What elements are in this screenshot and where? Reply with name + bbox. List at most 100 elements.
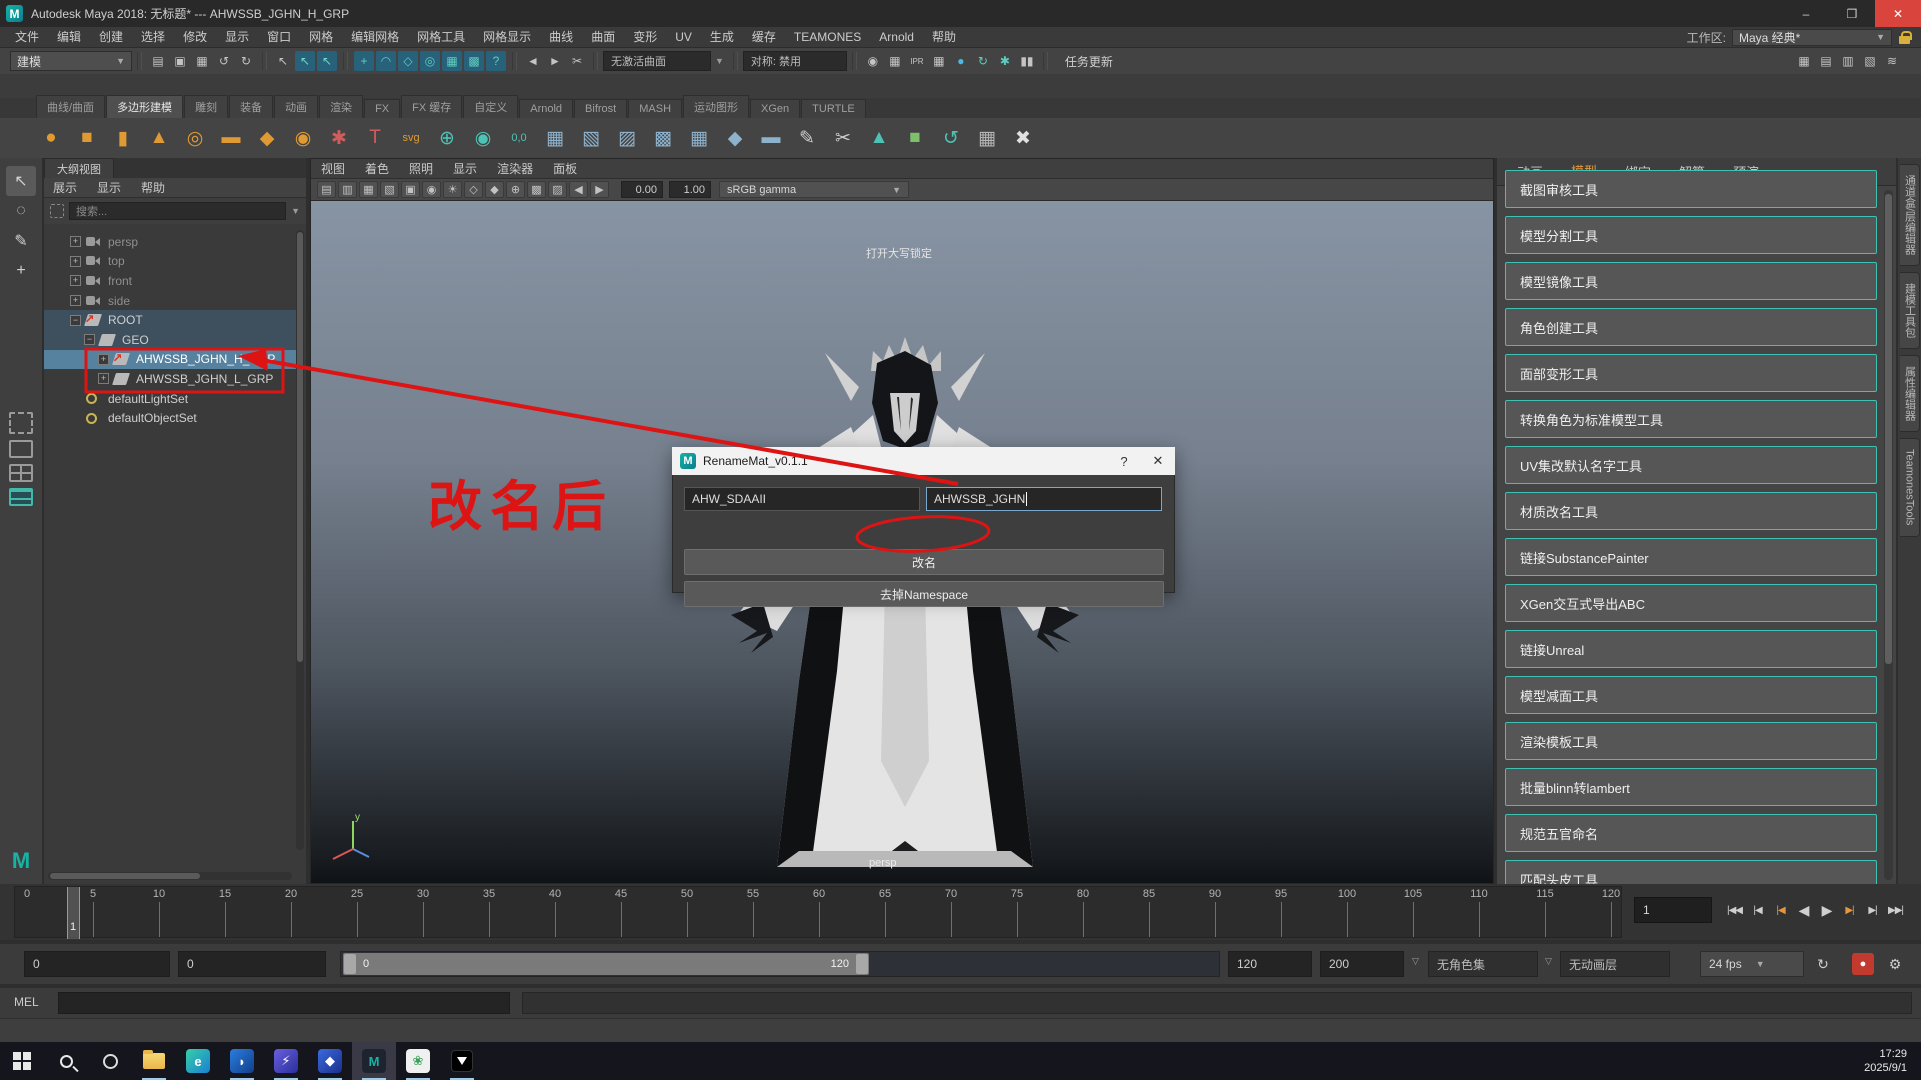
shelf-tab-曲线/曲面[interactable]: 曲线/曲面 — [36, 95, 105, 118]
viewport-tool-icon-10[interactable]: ▩ — [527, 181, 546, 198]
menu-item-曲线[interactable]: 曲线 — [540, 27, 582, 48]
dialog-title-bar[interactable]: M RenameMat_v0.1.1 ? ✕ — [672, 447, 1175, 475]
separate-icon[interactable]: ▧ — [576, 123, 606, 153]
reverse-normals-icon[interactable]: ↺ — [936, 123, 966, 153]
tree-expander[interactable]: + — [98, 354, 109, 365]
combine-icon[interactable]: ▦ — [540, 123, 570, 153]
tool-button-模型减面工具[interactable]: 模型减面工具 — [1505, 676, 1877, 714]
menu-item-TEAMONES[interactable]: TEAMONES — [785, 27, 870, 48]
shelf-tab-FX[interactable]: FX — [364, 99, 400, 118]
range-slider-groove[interactable]: 0 120 — [340, 951, 1220, 977]
light-editor-icon[interactable]: ✱ — [995, 51, 1015, 71]
tree-expander[interactable]: − — [70, 315, 81, 326]
rename-button[interactable]: 改名 — [684, 549, 1164, 575]
menu-item-网格[interactable]: 网格 — [300, 27, 342, 48]
go-to-end-button[interactable]: ▶▶| — [1885, 897, 1906, 923]
snap-help-icon[interactable]: ? — [486, 51, 506, 71]
minimize-button[interactable]: – — [1783, 0, 1829, 27]
menu-item-编辑[interactable]: 编辑 — [48, 27, 90, 48]
tool-button-渲染模板工具[interactable]: 渲染模板工具 — [1505, 722, 1877, 760]
old-name-input[interactable]: AHW_SDAAII — [684, 487, 920, 511]
marquee-tool-icon[interactable] — [9, 412, 33, 434]
range-start-handle[interactable] — [344, 954, 356, 974]
step-forward-key-button[interactable]: ▶| — [1839, 897, 1860, 923]
shelf-tab-自定义[interactable]: 自定义 — [463, 95, 518, 118]
app-round-button[interactable]: ❀ — [396, 1042, 440, 1080]
tool-button-批量blinn转lambert[interactable]: 批量blinn转lambert — [1505, 768, 1877, 806]
tree-row-ROOT[interactable]: −↗ROOT — [44, 310, 296, 330]
search-input[interactable]: 搜索... — [69, 202, 286, 220]
menu-item-创建[interactable]: 创建 — [90, 27, 132, 48]
outliner-menu-帮助[interactable]: 帮助 — [132, 179, 174, 196]
tree-row-top[interactable]: +top — [44, 252, 296, 272]
menu-item-网格工具[interactable]: 网格工具 — [408, 27, 474, 48]
timeline-ruler[interactable]: 0510152025303540455055606570758085909510… — [14, 886, 1622, 938]
chevron-down-icon[interactable]: ▽ — [1412, 956, 1419, 967]
step-back-key-button[interactable]: |◀ — [1770, 897, 1791, 923]
taskbar-clock[interactable]: 17:29 2025/9/1 — [1864, 1047, 1921, 1075]
sidebar-layers-icon[interactable]: ≋ — [1882, 51, 1902, 71]
render-setup-icon[interactable]: ↻ — [973, 51, 993, 71]
shelf-tab-Bifrost[interactable]: Bifrost — [574, 99, 627, 118]
side-tab-通道盒/层编辑器[interactable]: 通道盒/层编辑器 — [1900, 164, 1920, 266]
render-settings-icon[interactable]: ▦ — [929, 51, 949, 71]
new-name-input[interactable]: AHWSSB_JGHN — [926, 487, 1162, 511]
input-connections-icon[interactable]: ◄ — [523, 51, 543, 71]
shelf-tab-TURTLE[interactable]: TURTLE — [801, 99, 866, 118]
playback-start-field[interactable]: 0 — [178, 951, 326, 977]
menu-item-修改[interactable]: 修改 — [174, 27, 216, 48]
mel-label[interactable]: MEL — [14, 995, 39, 1009]
range-end-handle[interactable] — [856, 954, 868, 974]
tree-row-GEO[interactable]: −GEO — [44, 330, 296, 350]
viewport-menu-渲染器[interactable]: 渲染器 — [487, 160, 543, 177]
tool-button-面部变形工具[interactable]: 面部变形工具 — [1505, 354, 1877, 392]
tool-button-模型分割工具[interactable]: 模型分割工具 — [1505, 216, 1877, 254]
playback-end-field[interactable]: 120 — [1228, 951, 1312, 977]
side-tab-建模工具包[interactable]: 建模工具包 — [1900, 272, 1920, 349]
sidebar-modeling-toolkit-icon[interactable]: ▤ — [1816, 51, 1836, 71]
tree-row-AHWSSB_JGHN_H_GRP[interactable]: +↗AHWSSB_JGHN_H_GRP — [44, 350, 296, 370]
menu-item-编辑网格[interactable]: 编辑网格 — [342, 27, 408, 48]
bevel-icon[interactable]: ◆ — [720, 123, 750, 153]
menu-set-select[interactable]: 建模▼ — [10, 51, 132, 71]
viewport-menu-显示[interactable]: 显示 — [443, 160, 487, 177]
anim-end-field[interactable]: 200 — [1320, 951, 1404, 977]
poly-cube-icon[interactable]: ■ — [72, 123, 102, 153]
shelf-tab-FX 缓存[interactable]: FX 缓存 — [401, 95, 462, 118]
dialog-help-button[interactable]: ? — [1107, 447, 1141, 475]
menu-item-帮助[interactable]: 帮助 — [923, 27, 965, 48]
viewport-tool-icon-13[interactable]: ▶ — [590, 181, 609, 198]
viewport-tool-icon-0[interactable]: ▤ — [317, 181, 336, 198]
quad-draw-icon[interactable]: ✂ — [828, 123, 858, 153]
hypershade-icon[interactable]: ● — [951, 51, 971, 71]
tool-button-材质改名工具[interactable]: 材质改名工具 — [1505, 492, 1877, 530]
menu-item-网格显示[interactable]: 网格显示 — [474, 27, 540, 48]
viewport-tool-icon-9[interactable]: ⊕ — [506, 181, 525, 198]
mirror-icon[interactable]: ■ — [900, 123, 930, 153]
single-pane-layout-icon[interactable] — [9, 440, 33, 458]
start-button[interactable] — [0, 1042, 44, 1080]
shelf-tab-多边形建模[interactable]: 多边形建模 — [106, 95, 183, 118]
outliner-tab[interactable]: 大纲视图 — [44, 158, 114, 178]
app-lightning-button[interactable]: ⚡ — [264, 1042, 308, 1080]
poly-sphere-icon[interactable]: ● — [36, 123, 66, 153]
coords-tool-icon[interactable]: 0,0 — [504, 123, 534, 153]
poly-disc-icon[interactable]: ◆ — [252, 123, 282, 153]
viewport-menu-面板[interactable]: 面板 — [543, 160, 587, 177]
step-forward-frame-button[interactable]: ▶| — [1862, 897, 1883, 923]
shelf-tab-渲染[interactable]: 渲染 — [319, 95, 363, 118]
move-tool[interactable]: + — [6, 256, 36, 286]
tree-expander[interactable]: + — [98, 373, 109, 384]
viewport-menu-照明[interactable]: 照明 — [399, 160, 443, 177]
task-update-button[interactable]: 任务更新 — [1053, 53, 1125, 70]
menu-item-缓存[interactable]: 缓存 — [743, 27, 785, 48]
anim-layer-select[interactable]: 无动画层 — [1560, 951, 1670, 977]
viewport-tool-icon-1[interactable]: ▥ — [338, 181, 357, 198]
tool-button-链接SubstancePainter[interactable]: 链接SubstancePainter — [1505, 538, 1877, 576]
maya-app-button[interactable]: M — [352, 1042, 396, 1080]
bridge-icon[interactable]: ▬ — [756, 123, 786, 153]
viewport-tool-icon-11[interactable]: ▨ — [548, 181, 567, 198]
tree-row-side[interactable]: +side — [44, 291, 296, 311]
viewport-tool-icon-4[interactable]: ▣ — [401, 181, 420, 198]
select-by-component-icon[interactable]: ↖ — [317, 51, 337, 71]
